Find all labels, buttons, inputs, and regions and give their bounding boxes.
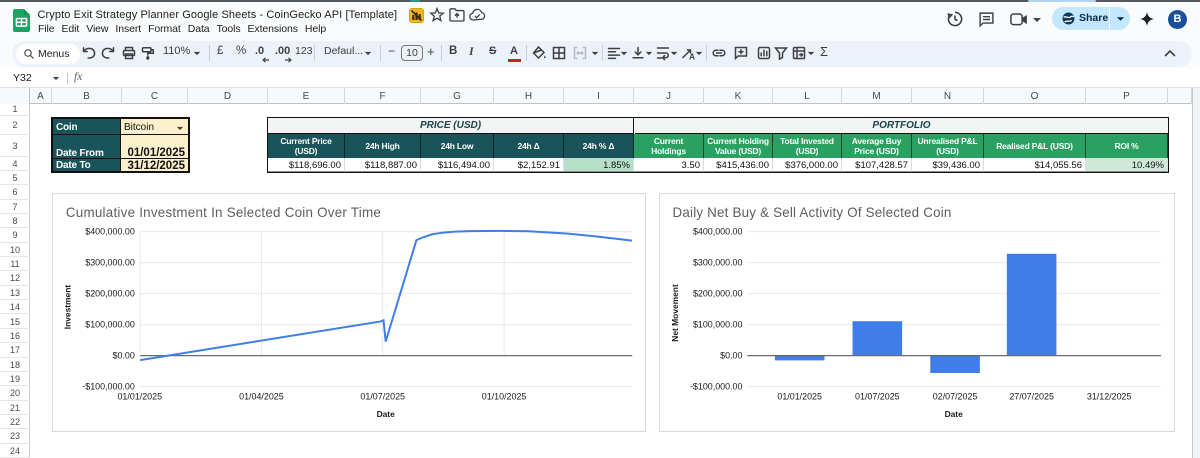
svg-text:27/07/2025: 27/07/2025	[1009, 391, 1054, 401]
svg-text:01/04/2025: 01/04/2025	[239, 391, 284, 401]
svg-text:Date: Date	[377, 409, 396, 419]
svg-text:02/07/2025: 02/07/2025	[933, 391, 978, 401]
svg-text:01/01/2025: 01/01/2025	[117, 391, 162, 401]
svg-text:$100,000.00: $100,000.00	[693, 320, 743, 330]
svg-text:Net Movement: Net Movement	[670, 284, 680, 342]
svg-text:$0.00: $0.00	[113, 351, 135, 361]
svg-text:$300,000.00: $300,000.00	[693, 258, 743, 268]
svg-text:$400,000.00: $400,000.00	[85, 227, 135, 237]
svg-text:$0.00: $0.00	[720, 351, 742, 361]
svg-text:Daily Net Buy & Sell Activity: Daily Net Buy & Sell Activity Of Selecte…	[673, 205, 952, 220]
svg-text:$200,000.00: $200,000.00	[693, 289, 743, 299]
svg-text:$200,000.00: $200,000.00	[85, 289, 135, 299]
svg-text:Investment: Investment	[62, 285, 72, 330]
svg-text:-$100,000.00: -$100,000.00	[82, 382, 135, 392]
svg-text:01/07/2025: 01/07/2025	[360, 391, 405, 401]
svg-text:Date: Date	[945, 409, 964, 419]
svg-text:Cumulative Investment In Selec: Cumulative Investment In Selected Coin O…	[66, 205, 381, 220]
svg-text:01/10/2025: 01/10/2025	[482, 391, 527, 401]
svg-text:$400,000.00: $400,000.00	[693, 227, 743, 237]
svg-text:01/01/2025: 01/01/2025	[777, 391, 822, 401]
svg-text:31/12/2025: 31/12/2025	[1087, 391, 1132, 401]
svg-text:01/07/2025: 01/07/2025	[855, 391, 900, 401]
svg-text:$300,000.00: $300,000.00	[85, 258, 135, 268]
svg-text:-$100,000.00: -$100,000.00	[690, 382, 743, 392]
svg-text:$100,000.00: $100,000.00	[85, 320, 135, 330]
